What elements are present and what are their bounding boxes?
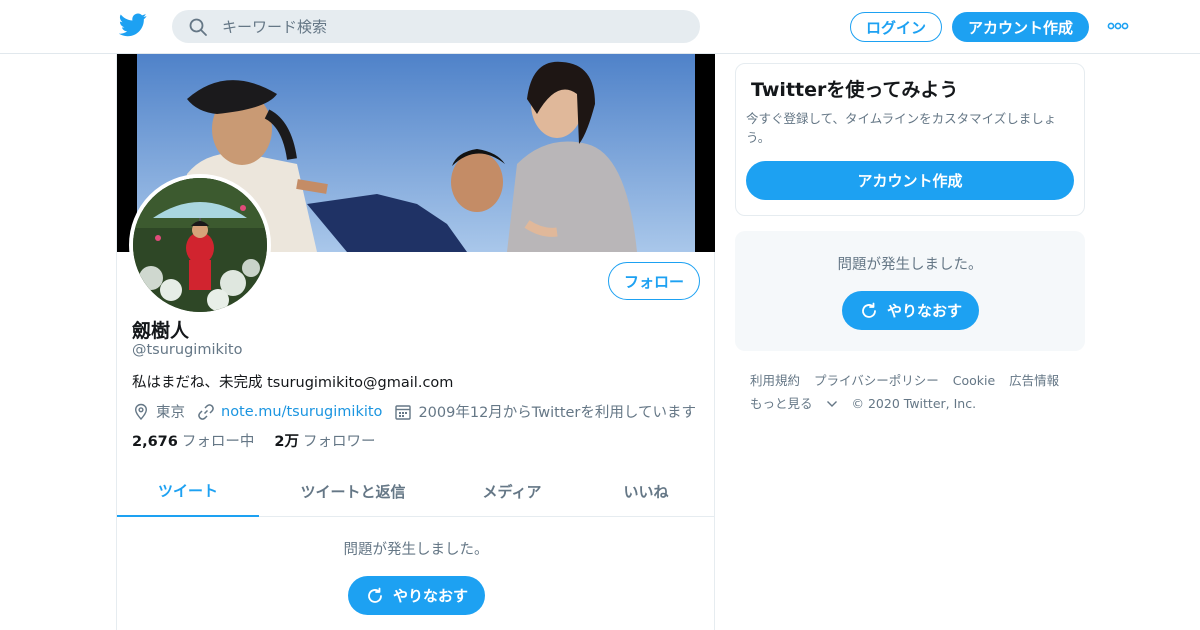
website-link[interactable]: note.mu/tsurugimikito <box>221 404 382 420</box>
profile-meta: 東京 note.mu/tsurugimikito 2009年12月からTwitt… <box>132 401 708 422</box>
refresh-icon <box>862 302 876 318</box>
location-text: 東京 <box>156 405 185 421</box>
joined-text: 2009年12月からTwitterを利用しています <box>418 405 696 421</box>
avatar-photo <box>133 178 267 312</box>
website-item[interactable]: note.mu/tsurugimikito <box>197 403 382 421</box>
timeline-error-message: 問題が発生しました。 <box>343 542 489 558</box>
following-count: 2,676 <box>132 434 178 450</box>
tab-likes[interactable]: いいね <box>577 466 715 517</box>
more-dots-icon[interactable] <box>1107 22 1129 30</box>
login-button[interactable]: ログイン <box>850 12 942 42</box>
profile-handle[interactable]: @tsurugimikito <box>132 342 242 358</box>
footer-link-ads[interactable]: 広告情報 <box>1009 373 1059 388</box>
refresh-icon <box>368 587 382 603</box>
signup-card-subtitle: 今すぐ登録して、タイムラインをカスタマイズしましょう。 <box>746 111 1057 145</box>
profile-column: フォロー 劔樹人 @tsurugimikito 私はまだね、未完成 tsurug… <box>116 54 715 630</box>
search-icon <box>189 18 207 36</box>
footer-more[interactable]: もっと見る <box>750 396 838 411</box>
link-icon <box>198 403 214 420</box>
following-stat[interactable]: 2,676 フォロー中 <box>132 430 254 451</box>
profile-bio: 私はまだね、未完成 tsurugimikito@gmail.com <box>132 375 454 391</box>
tab-tweets-and-replies[interactable]: ツイートと返信 <box>259 466 447 517</box>
search-box[interactable] <box>172 10 700 43</box>
followers-label: フォロワー <box>302 434 376 450</box>
footer-link-terms[interactable]: 利用規約 <box>750 373 800 388</box>
followers-stat[interactable]: 2万 フォロワー <box>274 430 375 451</box>
tab-tweets[interactable]: ツイート <box>117 466 259 517</box>
signup-card-button[interactable]: アカウント作成 <box>746 161 1074 200</box>
top-navigation-bar: ログイン アカウント作成 <box>0 0 1200 54</box>
calendar-icon <box>395 404 412 420</box>
profile-name: 劔樹人 <box>132 320 190 342</box>
sidebar-footer: 利用規約 プライバシーポリシー Cookie 広告情報 もっと見る © 2020… <box>750 369 1080 415</box>
signup-button[interactable]: アカウント作成 <box>952 12 1089 42</box>
following-label: フォロー中 <box>181 434 255 450</box>
timeline-retry-button[interactable]: やりなおす <box>348 576 485 615</box>
sidebar-error-card: 問題が発生しました。 やりなおす <box>735 231 1085 351</box>
timeline-retry-label: やりなおす <box>392 587 468 605</box>
chevron-down-icon <box>826 401 837 407</box>
profile-stats: 2,676 フォロー中 2万 フォロワー <box>132 430 395 451</box>
signup-card: Twitterを使ってみよう 今すぐ登録して、タイムラインをカスタマイズしましょ… <box>735 63 1085 216</box>
signup-card-title: Twitterを使ってみよう <box>751 79 959 101</box>
footer-more-label: もっと見る <box>750 396 813 411</box>
search-input[interactable] <box>222 17 662 36</box>
joined-item: 2009年12月からTwitterを利用しています <box>394 401 696 422</box>
followers-count: 2万 <box>274 434 299 450</box>
location-pin-icon <box>134 403 148 420</box>
footer-link-cookie[interactable]: Cookie <box>953 373 995 388</box>
location-item: 東京 <box>132 401 185 422</box>
tab-media[interactable]: メディア <box>447 466 577 517</box>
sidebar-error-message: 問題が発生しました。 <box>837 257 983 273</box>
twitter-bird-icon[interactable] <box>119 13 147 37</box>
footer-link-privacy[interactable]: プライバシーポリシー <box>814 373 939 388</box>
footer-copyright: © 2020 Twitter, Inc. <box>851 396 977 411</box>
profile-tabs: ツイート ツイートと返信 メディア いいね <box>117 466 715 517</box>
sidebar-retry-label: やりなおす <box>886 302 962 320</box>
profile-avatar[interactable] <box>129 174 271 316</box>
follow-button[interactable]: フォロー <box>608 262 700 300</box>
sidebar-retry-button[interactable]: やりなおす <box>842 291 979 330</box>
